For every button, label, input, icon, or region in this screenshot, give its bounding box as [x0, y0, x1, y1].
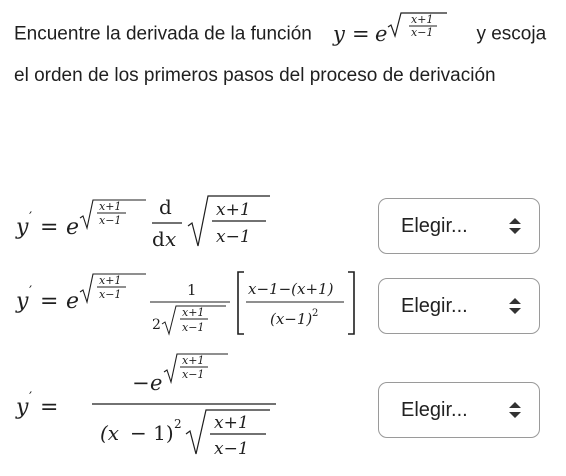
svg-text:1: 1	[187, 281, 197, 299]
svg-text:=: =	[40, 289, 58, 314]
svg-text:x−1−(x+1): x−1−(x+1)	[248, 280, 334, 298]
svg-text:y: y	[15, 215, 29, 240]
step-1-select-value: Elegir...	[401, 214, 468, 237]
svg-text:x−1: x−1	[216, 227, 251, 247]
up-down-chevron-icon	[509, 298, 521, 314]
function-formula: y = e x+1 x−1	[331, 10, 463, 59]
svg-text:e: e	[375, 22, 387, 46]
svg-text:x+1: x+1	[216, 200, 251, 220]
svg-text:x−1: x−1	[182, 321, 204, 334]
question-text-before: Encuentre la derivada de la función	[14, 23, 312, 45]
svg-text:x−1: x−1	[411, 26, 433, 39]
svg-text:x+1: x+1	[99, 274, 121, 287]
svg-text:x−1: x−1	[99, 214, 121, 227]
svg-text:y: y	[332, 22, 346, 46]
svg-text:x+1: x+1	[411, 13, 433, 26]
svg-text:d: d	[159, 195, 172, 219]
step-3-formula: y ′ = − e x+1 x−1 (x − 1) 2 x+1 x−1	[14, 350, 294, 473]
svg-text:′: ′	[29, 390, 32, 406]
svg-text:x+1: x+1	[99, 200, 121, 213]
step-2-select-value: Elegir...	[401, 294, 468, 317]
svg-text:x−1: x−1	[182, 368, 204, 381]
svg-text:y: y	[15, 289, 29, 314]
svg-text:′: ′	[29, 210, 32, 226]
svg-text:d: d	[152, 227, 165, 251]
question-prompt: Encuentre la derivada de la función y = …	[14, 10, 554, 92]
svg-text:x+1: x+1	[182, 354, 204, 367]
svg-text:(x: (x	[100, 421, 119, 445]
svg-text:2: 2	[312, 308, 318, 319]
svg-text:=: =	[40, 395, 58, 420]
svg-text:− 1): − 1)	[130, 421, 174, 445]
step-1-formula: y ′ = e x+1 x−1 d d x x+1 x−1	[14, 188, 284, 265]
svg-text:′: ′	[29, 284, 32, 300]
step-3-select[interactable]: Elegir...	[378, 382, 540, 438]
step-2-select[interactable]: Elegir...	[378, 278, 540, 334]
svg-text:e: e	[66, 215, 79, 240]
svg-text:x−1: x−1	[99, 288, 121, 301]
svg-text:=: =	[352, 22, 370, 46]
svg-text:=: =	[40, 215, 58, 240]
svg-text:2: 2	[174, 417, 182, 431]
svg-text:2: 2	[152, 317, 161, 333]
svg-text:x+1: x+1	[214, 413, 249, 433]
svg-text:−: −	[132, 371, 150, 395]
up-down-chevron-icon	[509, 402, 521, 418]
step-3-select-value: Elegir...	[401, 398, 468, 421]
svg-text:e: e	[150, 371, 162, 395]
step-2-formula: y ′ = e x+1 x−1 1 2 x+1 x−1 x−1−(x+1) (x…	[14, 262, 364, 349]
svg-text:x+1: x+1	[182, 306, 204, 319]
svg-text:e: e	[66, 289, 79, 314]
svg-text:x−1: x−1	[214, 439, 249, 459]
svg-text:y: y	[15, 395, 29, 420]
step-1-select[interactable]: Elegir...	[378, 198, 540, 254]
up-down-chevron-icon	[509, 218, 521, 234]
svg-text:(x−1): (x−1)	[270, 310, 312, 328]
svg-text:x: x	[165, 227, 176, 251]
